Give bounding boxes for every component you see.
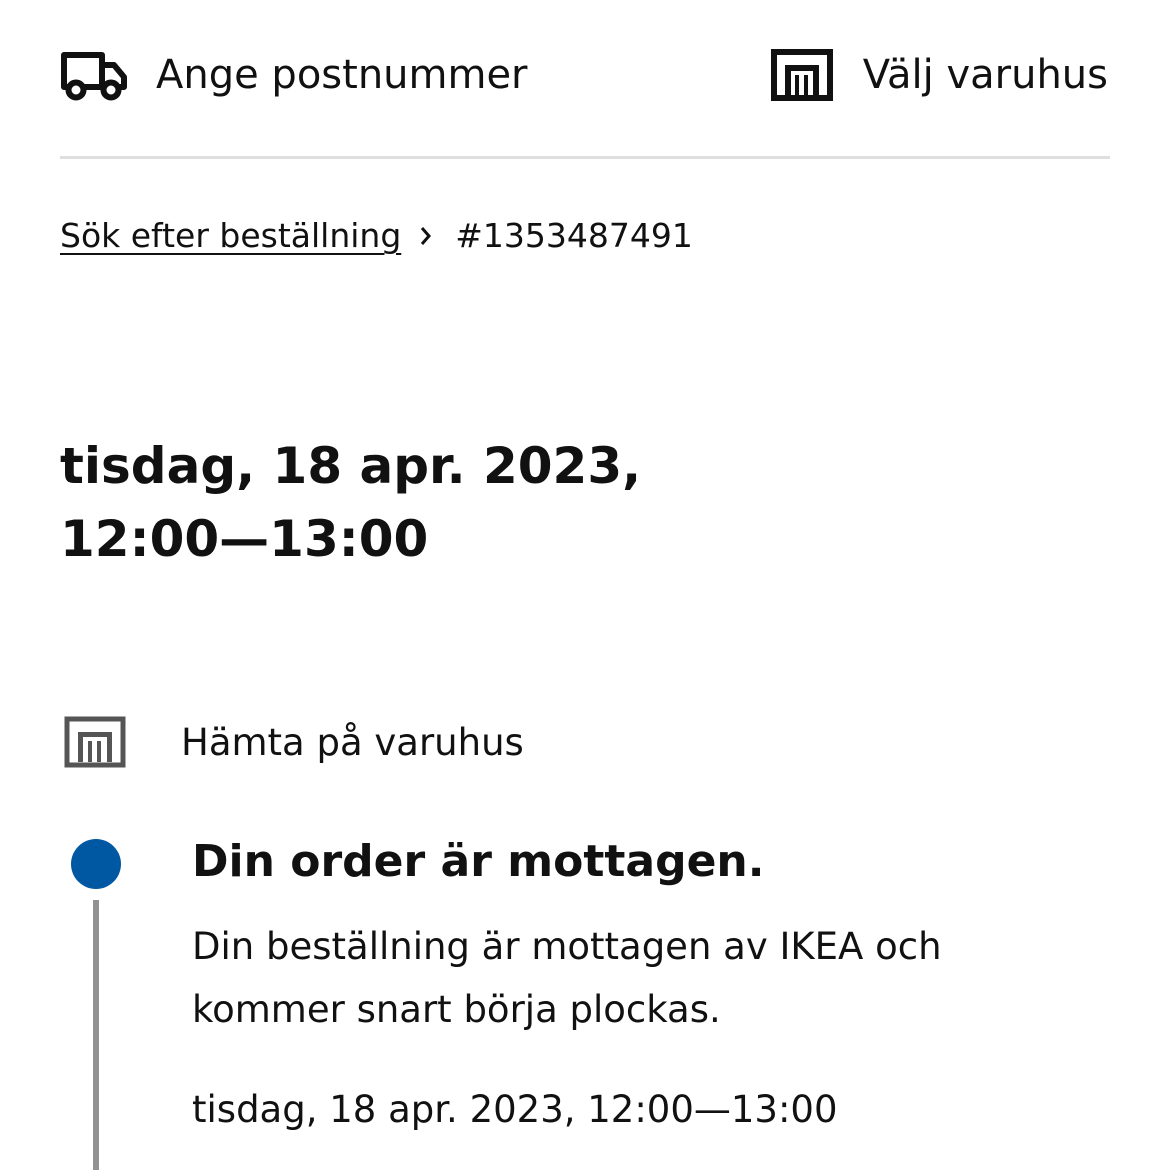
order-tracking-page: Ange postnummer Välj varuhus Sök efter b…	[0, 0, 1170, 1170]
order-datetime-heading: tisdag, 18 apr. 2023, 12:00—13:00	[60, 430, 641, 576]
postcode-button[interactable]: Ange postnummer	[60, 45, 528, 105]
timeline-line	[93, 900, 99, 1170]
order-time: 12:00—13:00	[60, 510, 429, 568]
select-store-button[interactable]: Välj varuhus	[770, 45, 1108, 105]
breadcrumb-link-search-order[interactable]: Sök efter beställning	[60, 216, 401, 255]
breadcrumb-order-number: #1353487491	[455, 216, 693, 255]
header-divider	[60, 156, 1110, 159]
select-store-label: Välj varuhus	[862, 52, 1108, 98]
order-date: tisdag, 18 apr. 2023,	[60, 437, 642, 495]
postcode-label: Ange postnummer	[156, 52, 528, 98]
chevron-right-icon	[419, 225, 433, 247]
status-time: tisdag, 18 apr. 2023, 12:00—13:00	[192, 1088, 838, 1131]
store-icon	[64, 716, 126, 768]
store-icon	[770, 49, 833, 101]
delivery-truck-icon	[61, 52, 127, 101]
breadcrumb: Sök efter beställning #1353487491	[60, 216, 693, 255]
status-title: Din order är mottagen.	[192, 836, 765, 887]
pickup-method: Hämta på varuhus	[64, 716, 524, 768]
timeline-active-dot	[71, 839, 121, 889]
pickup-label: Hämta på varuhus	[181, 720, 524, 764]
status-description: Din beställning är mottagen av IKEA och …	[192, 925, 942, 1031]
